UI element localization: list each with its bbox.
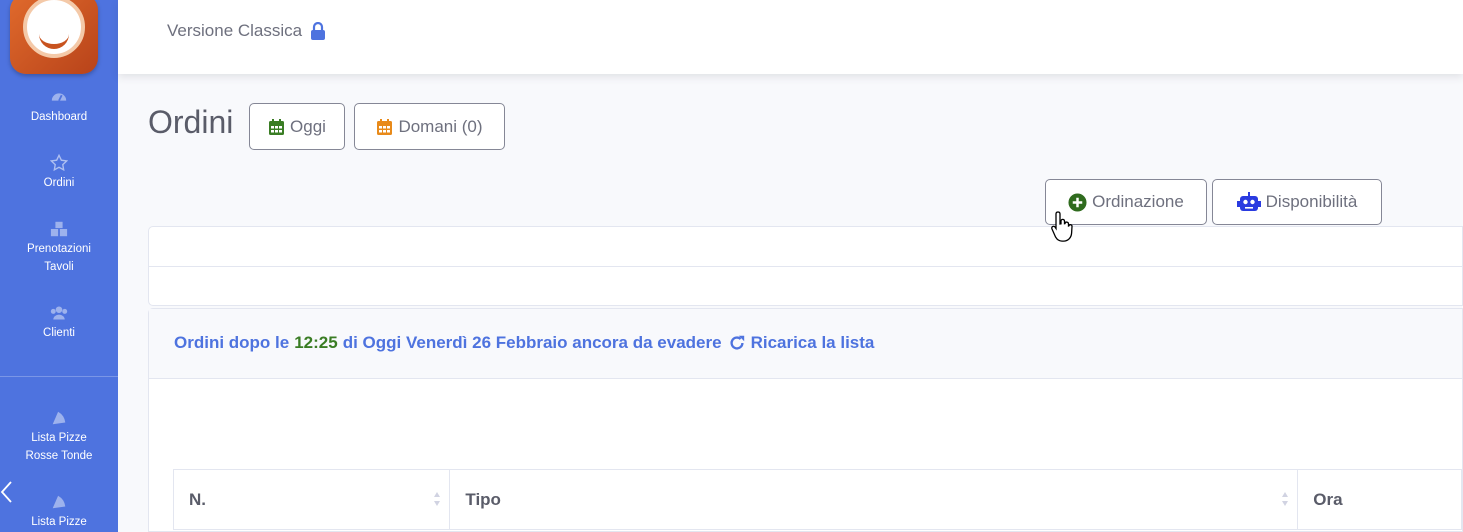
redo-icon xyxy=(730,335,744,350)
oggi-label: Oggi xyxy=(290,116,326,136)
orders-table: N. Tipo Ora xyxy=(172,469,1462,530)
users-icon xyxy=(50,306,68,320)
disponibilita-button[interactable]: Disponibilità xyxy=(1212,179,1382,225)
sidebar: Dashboard Ordini Prenotazioni Tavoli Cli… xyxy=(0,0,118,532)
ordinazione-label: Ordinazione xyxy=(1092,192,1184,211)
sidebar-item-clienti[interactable]: Clienti xyxy=(0,304,118,342)
sort-icon xyxy=(1282,492,1289,506)
page-title: Ordini xyxy=(148,104,234,140)
sidebar-item-ordini[interactable]: Ordini xyxy=(0,154,118,192)
calendar-icon xyxy=(377,118,393,135)
lock-icon xyxy=(311,22,326,40)
orders-card: Ordini dopo le 12:25 di Oggi Venerdì 26 … xyxy=(148,308,1463,532)
column-header-n[interactable]: N. xyxy=(172,469,451,530)
domani-label: Domani (0) xyxy=(398,116,483,136)
pizza-icon xyxy=(52,411,66,425)
sidebar-item-lista-pizze[interactable]: Lista Pizze xyxy=(0,493,118,531)
sort-icon xyxy=(434,492,441,506)
sidebar-item-label: Rosse Tonde xyxy=(25,450,93,462)
sidebar-item-dashboard[interactable]: Dashboard xyxy=(0,88,118,126)
star-icon xyxy=(50,154,68,172)
sidebar-item-label: Tavoli xyxy=(44,261,74,273)
sidebar-item-label: Lista Pizze xyxy=(31,516,87,528)
sidebar-item-label: Lista Pizze xyxy=(31,432,87,444)
tachometer-icon xyxy=(51,93,67,102)
sidebar-item-label: Clienti xyxy=(43,327,75,339)
column-label: Ora xyxy=(1313,489,1343,509)
column-label: N. xyxy=(189,489,206,509)
version-indicator[interactable]: Versione Classica xyxy=(167,21,326,41)
reload-label: Ricarica la lista xyxy=(750,333,875,352)
chevron-left-icon[interactable] xyxy=(0,480,14,504)
column-header-ora[interactable]: Ora xyxy=(1297,469,1462,530)
sidebar-item-label: Ordini xyxy=(43,177,75,189)
orders-card-header: Ordini dopo le 12:25 di Oggi Venerdì 26 … xyxy=(149,309,1462,379)
hand-cursor-icon xyxy=(1051,211,1073,242)
notice-prefix: Ordini dopo le xyxy=(174,333,290,352)
app-logo[interactable] xyxy=(10,0,98,74)
sidebar-item-label: Dashboard xyxy=(30,111,88,123)
oggi-button[interactable]: Oggi xyxy=(249,103,345,150)
topbar: Versione Classica xyxy=(118,0,1463,74)
version-label: Versione Classica xyxy=(167,21,303,40)
filter-card xyxy=(148,226,1463,306)
column-header-tipo[interactable]: Tipo xyxy=(449,469,1299,530)
reload-list-link[interactable]: Ricarica la lista xyxy=(728,333,875,353)
sidebar-item-lista-pizze-rosse[interactable]: Lista Pizze Rosse Tonde xyxy=(0,409,118,465)
sidebar-item-label: Prenotazioni xyxy=(27,243,91,255)
notice-suffix: di Oggi Venerdì 26 Febbraio ancora da ev… xyxy=(342,333,722,352)
disponibilita-label: Disponibilità xyxy=(1265,192,1358,211)
sidebar-divider xyxy=(0,376,118,377)
plus-circle-icon xyxy=(1068,192,1087,212)
table-header-row: N. Tipo Ora xyxy=(172,469,1462,530)
pizza-icon xyxy=(52,495,66,509)
boxes-icon xyxy=(50,221,68,237)
sidebar-item-prenotazioni[interactable]: Prenotazioni Tavoli xyxy=(0,220,118,276)
domani-button[interactable]: Domani (0) xyxy=(354,103,505,150)
column-label: Tipo xyxy=(465,489,501,509)
calendar-icon xyxy=(269,118,285,135)
robot-icon xyxy=(1236,192,1261,211)
notice-time: 12:25 xyxy=(294,333,338,352)
orders-notice: Ordini dopo le 12:25 di Oggi Venerdì 26 … xyxy=(174,333,874,353)
